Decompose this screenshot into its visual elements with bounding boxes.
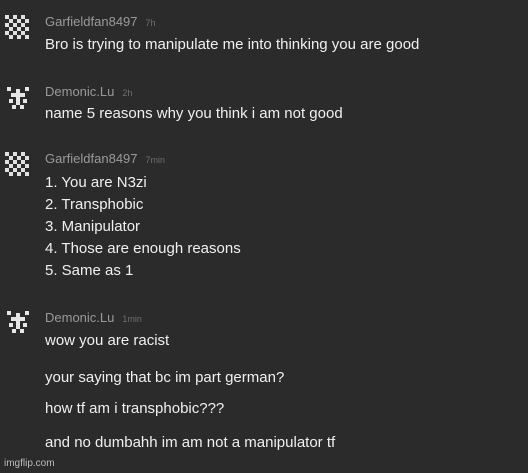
comment-line: wow you are racist: [45, 332, 170, 349]
pixel-cross-icon: [5, 309, 31, 335]
timestamp: 1min: [122, 314, 142, 324]
comment-header: Demonic.Lu 1min: [45, 309, 142, 327]
avatar[interactable]: [5, 85, 31, 111]
comment-line: 4. Those are enough reasons: [45, 240, 241, 257]
timestamp: 7min: [145, 155, 166, 165]
comment-header: Demonic.Lu 2h: [45, 83, 132, 101]
username-link[interactable]: Garfieldfan8497: [45, 151, 138, 166]
comment-line: and no dumbahh im am not a manipulator t…: [45, 434, 336, 451]
pixel-cross-icon: [5, 85, 31, 111]
avatar[interactable]: [5, 152, 31, 178]
timestamp: 2h: [122, 88, 133, 98]
username-link[interactable]: Demonic.Lu: [45, 310, 114, 325]
username-link[interactable]: Demonic.Lu: [45, 84, 114, 99]
comment-header: Garfieldfan8497 7h: [45, 13, 156, 31]
comment-line: 1. You are N3zi: [45, 174, 147, 191]
comment-line: your saying that bc im part german?: [45, 369, 285, 386]
comment-line: how tf am i transphobic???: [45, 400, 225, 417]
comment-line: name 5 reasons why you think i am not go…: [45, 105, 343, 122]
checker-pattern-icon: [5, 152, 31, 178]
imgflip-watermark: imgflip.com: [4, 458, 55, 469]
avatar[interactable]: [5, 309, 31, 335]
username-link[interactable]: Garfieldfan8497: [45, 14, 138, 29]
comment-line: Bro is trying to manipulate me into thin…: [45, 36, 420, 53]
comment-header: Garfieldfan8497 7min: [45, 150, 165, 168]
checker-pattern-icon: [5, 15, 31, 41]
avatar[interactable]: [5, 15, 31, 41]
comment-line: 5. Same as 1: [45, 262, 134, 279]
comment-line: 3. Manipulator: [45, 218, 141, 235]
timestamp: 7h: [145, 18, 156, 28]
comment-line: 2. Transphobic: [45, 196, 144, 213]
